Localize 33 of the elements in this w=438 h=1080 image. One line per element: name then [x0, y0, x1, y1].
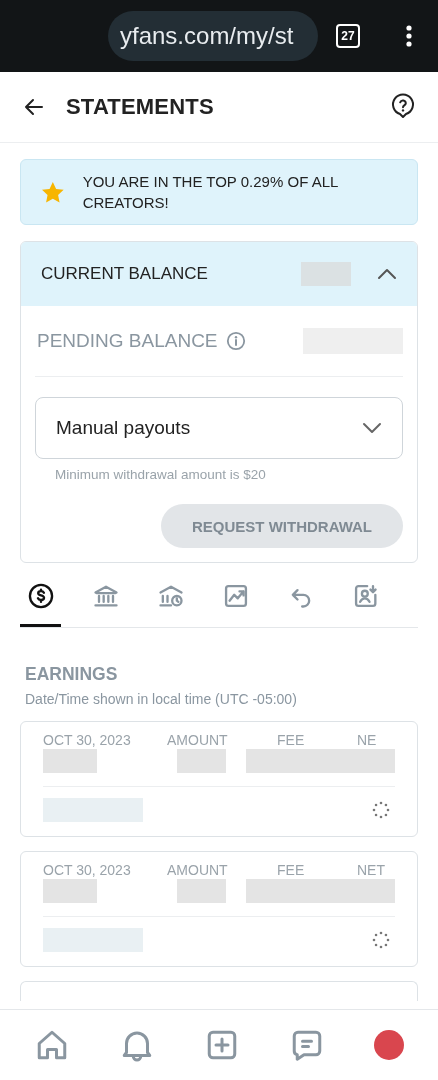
address-field[interactable]: yfans.com/my/st	[108, 11, 318, 61]
date-label: OCT 30, 2023	[43, 862, 132, 878]
chevron-icon[interactable]	[377, 268, 397, 280]
page-title: STATEMENTS	[66, 94, 215, 120]
payout-dropdown[interactable]: Manual payouts	[35, 397, 403, 459]
loading-spinner-icon	[371, 800, 391, 820]
avatar[interactable]	[373, 1030, 404, 1060]
column-label: AMOUNT	[167, 732, 229, 748]
blurred-area	[176, 879, 227, 903]
date-label: OCT 30, 2023	[43, 732, 132, 748]
column-label: FEE	[277, 732, 306, 748]
blurred-area	[301, 262, 351, 286]
loading-spinner-icon	[371, 930, 391, 950]
more-menu-icon[interactable]	[406, 25, 412, 47]
blurred-area	[43, 879, 97, 903]
pending-balance-label: PENDING BALANCE	[37, 330, 218, 352]
section-subtitle: Date/Time shown in local time (UTC -05:00)	[25, 691, 298, 707]
column-label: NET	[357, 862, 385, 878]
tab-count-button[interactable]: 27	[336, 24, 360, 48]
blurred-area	[43, 749, 97, 773]
balance-title: CURRENT BALANCE	[41, 264, 209, 284]
blurred-area	[176, 749, 227, 773]
section-title: EARNINGS	[25, 664, 119, 685]
balance-header[interactable]: CURRENT BALANCE	[21, 242, 417, 306]
hint-text: Minimum withdrawal amount is $20	[55, 467, 267, 482]
column-label: FEE	[277, 862, 306, 878]
column-label: NE	[357, 732, 377, 748]
info-icon[interactable]	[225, 331, 246, 351]
banner-text: YOU ARE IN THE TOP 0.29% OF ALL CREATORS!	[82, 172, 339, 213]
column-label: AMOUNT	[167, 862, 229, 878]
chevron-down-icon	[362, 422, 382, 434]
dollar-icon	[26, 581, 55, 610]
help-icon[interactable]	[390, 93, 416, 121]
